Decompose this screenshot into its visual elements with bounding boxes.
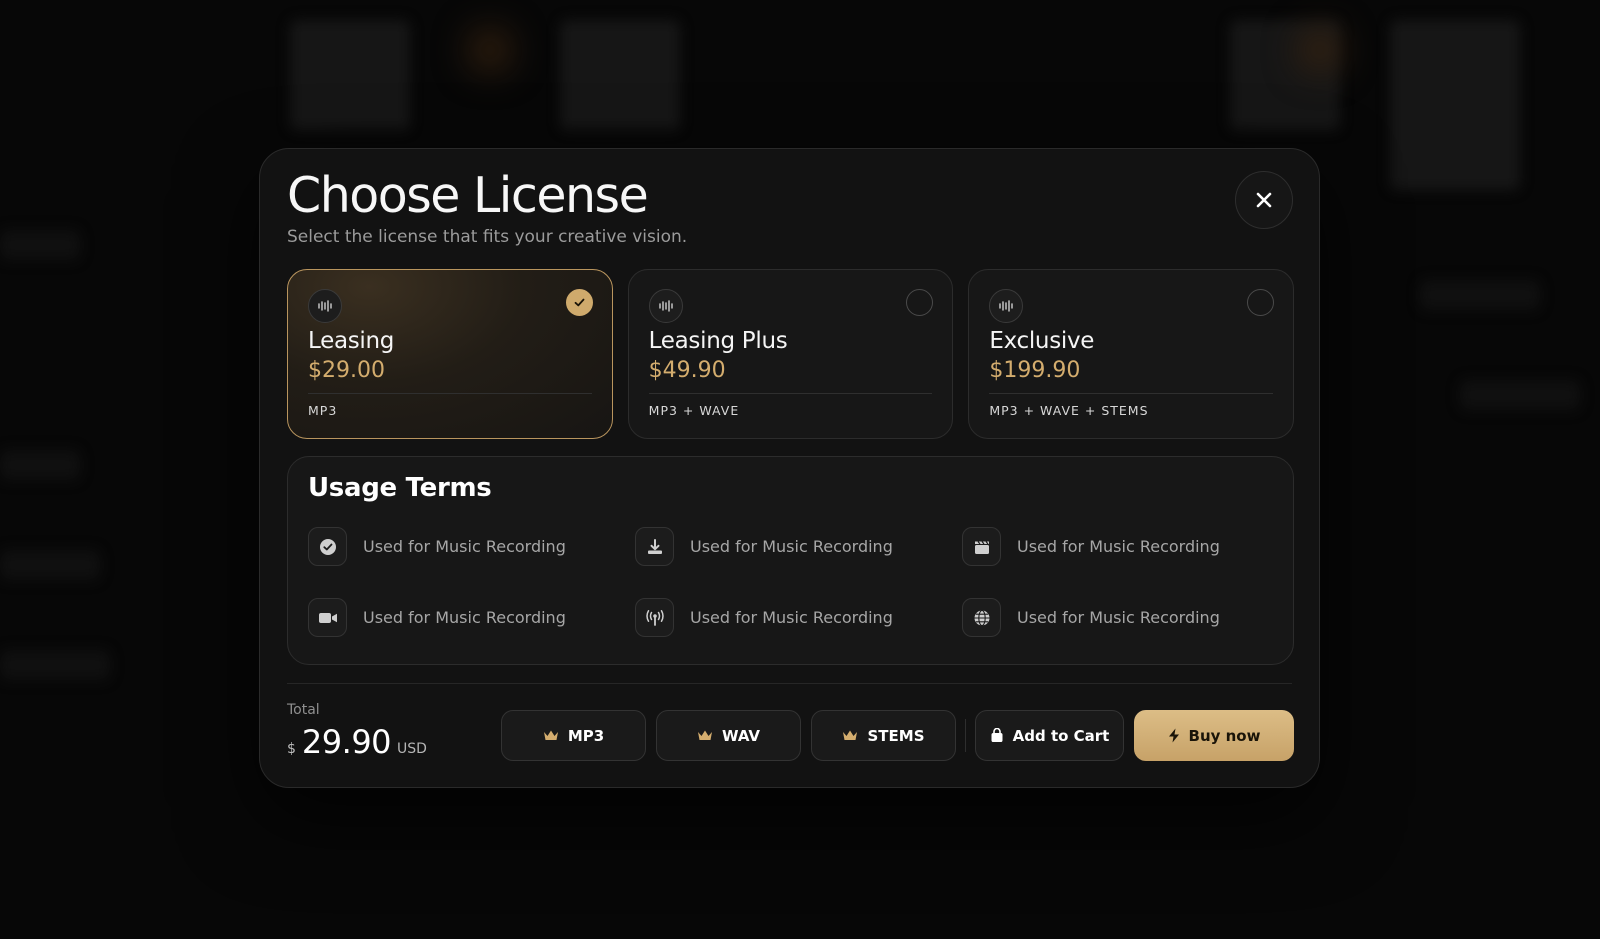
waveform-icon <box>308 289 342 323</box>
total-value: 29.90 <box>301 723 392 761</box>
currency-unit: USD <box>397 741 427 757</box>
license-formats: MP3 + WAVE <box>648 403 740 418</box>
video-camera-icon <box>308 598 347 637</box>
download-icon <box>635 527 674 566</box>
usage-term-label: Used for Music Recording <box>1017 608 1220 627</box>
modal-title: Choose License <box>287 167 649 224</box>
card-divider <box>989 393 1274 394</box>
license-card-exclusive[interactable]: Exclusive $199.90 MP3 + WAVE + STEMS <box>968 269 1295 439</box>
selected-check-icon[interactable] <box>565 289 593 316</box>
usage-term-item: Used for Music Recording <box>635 598 893 637</box>
stems-button[interactable]: STEMS <box>811 710 956 761</box>
mp3-button[interactable]: MP3 <box>501 710 646 761</box>
usage-term-label: Used for Music Recording <box>1017 537 1220 556</box>
license-card-leasing-plus[interactable]: Leasing Plus $49.90 MP3 + WAVE <box>627 269 954 439</box>
crown-icon <box>843 730 858 740</box>
license-modal: Choose License Select the license that f… <box>259 148 1320 788</box>
license-price: $199.90 <box>989 358 1081 383</box>
card-divider <box>648 393 933 394</box>
usage-term-label: Used for Music Recording <box>690 537 893 556</box>
crown-icon <box>697 730 712 740</box>
close-icon <box>1256 192 1272 208</box>
radio-button[interactable] <box>906 289 934 316</box>
usage-term-item: Used for Music Recording <box>308 598 566 637</box>
usage-term-label: Used for Music Recording <box>363 608 566 627</box>
stems-button-label: STEMS <box>867 726 925 745</box>
radio-button[interactable] <box>1247 289 1275 316</box>
usage-term-label: Used for Music Recording <box>363 537 566 556</box>
button-divider <box>965 719 966 752</box>
waveform-icon <box>989 289 1024 323</box>
license-card-leasing[interactable]: Leasing $29.00 MP3 <box>287 269 613 439</box>
license-formats: MP3 <box>308 403 338 418</box>
globe-icon <box>962 598 1001 637</box>
clapperboard-icon <box>962 527 1001 566</box>
total-amount: $ 29.90 USD <box>287 723 427 761</box>
currency-symbol: $ <box>287 741 296 757</box>
wav-button[interactable]: WAV <box>656 710 801 761</box>
footer-divider <box>287 683 1292 684</box>
close-button[interactable] <box>1235 171 1293 229</box>
usage-term-item: Used for Music Recording <box>962 527 1220 566</box>
usage-terms-title: Usage Terms <box>308 473 492 503</box>
license-price: $29.00 <box>308 358 385 383</box>
buy-now-label: Buy now <box>1188 726 1261 745</box>
usage-term-item: Used for Music Recording <box>962 598 1220 637</box>
license-price: $49.90 <box>648 358 726 383</box>
buy-now-button[interactable]: Buy now <box>1134 710 1294 761</box>
broadcast-icon <box>635 598 674 637</box>
waveform-icon <box>648 289 683 323</box>
license-name: Exclusive <box>989 328 1095 354</box>
modal-subtitle: Select the license that fits your creati… <box>287 227 688 247</box>
usage-term-label: Used for Music Recording <box>690 608 893 627</box>
add-to-cart-label: Add to Cart <box>1012 726 1110 745</box>
add-to-cart-button[interactable]: Add to Cart <box>975 710 1124 761</box>
lightning-icon <box>1168 728 1179 743</box>
license-options: Leasing $29.00 MP3 Leasing Plus $49.90 M… <box>287 269 1295 439</box>
total-label: Total <box>287 702 320 718</box>
card-divider <box>308 393 592 394</box>
crown-icon <box>543 730 558 740</box>
check-circle-icon <box>308 527 347 566</box>
license-name: Leasing <box>308 328 395 354</box>
wav-button-label: WAV <box>721 726 761 745</box>
license-formats: MP3 + WAVE + STEMS <box>989 403 1149 418</box>
shopping-bag-icon <box>991 728 1003 742</box>
mp3-button-label: MP3 <box>567 726 605 745</box>
license-name: Leasing Plus <box>648 328 788 354</box>
usage-terms-panel: Usage Terms Used for Music Recording Use… <box>287 456 1294 665</box>
usage-term-item: Used for Music Recording <box>635 527 893 566</box>
usage-term-item: Used for Music Recording <box>308 527 566 566</box>
